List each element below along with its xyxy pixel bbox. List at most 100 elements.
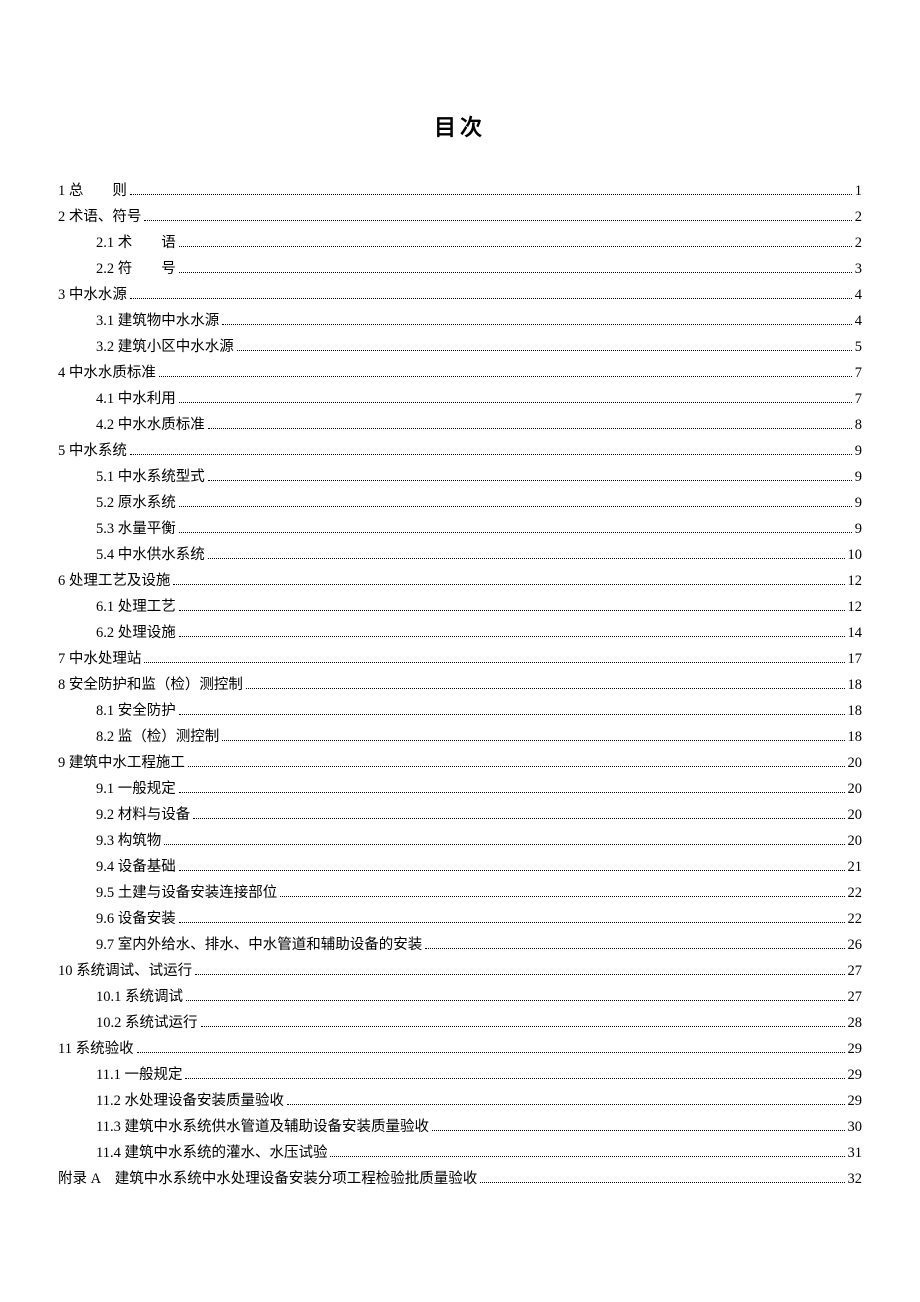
toc-entry-page: 20	[848, 776, 863, 802]
toc-entry-page: 20	[848, 750, 863, 776]
toc-entry-label: 9.6 设备安装	[96, 906, 176, 932]
toc-entry[interactable]: 5.1 中水系统型式9	[58, 464, 862, 490]
toc-entry[interactable]: 3.2 建筑小区中水水源5	[58, 334, 862, 360]
toc-entry[interactable]: 5.4 中水供水系统10	[58, 542, 862, 568]
toc-entry-label: 4.1 中水利用	[96, 386, 176, 412]
toc-entry[interactable]: 9.7 室内外给水、排水、中水管道和辅助设备的安装 26	[58, 932, 862, 958]
toc-entry-label: 11.2 水处理设备安装质量验收	[96, 1088, 284, 1114]
toc-entry-label: 5.4 中水供水系统	[96, 542, 205, 568]
toc-leader-dots	[208, 480, 852, 481]
toc-entry-page: 12	[848, 568, 863, 594]
toc-entry-label: 8.2 监（检）测控制	[96, 724, 219, 750]
toc-leader-dots	[130, 298, 852, 299]
toc-entry-label: 10 系统调试、试运行	[58, 958, 192, 984]
toc-entry-label: 9.2 材料与设备	[96, 802, 190, 828]
toc-entry-page: 2	[855, 204, 862, 230]
toc-entry-label: 7 中水处理站	[58, 646, 141, 672]
toc-leader-dots	[179, 246, 852, 247]
toc-entry[interactable]: 8.2 监（检）测控制18	[58, 724, 862, 750]
toc-entry[interactable]: 4.2 中水水质标准 8	[58, 412, 862, 438]
toc-leader-dots	[201, 1026, 845, 1027]
toc-entry[interactable]: 6 处理工艺及设施 12	[58, 568, 862, 594]
toc-entry[interactable]: 11 系统验收29	[58, 1036, 862, 1062]
toc-entry[interactable]: 10.2 系统试运行28	[58, 1010, 862, 1036]
toc-entry-page: 8	[855, 412, 862, 438]
toc-entry-label: 11.3 建筑中水系统供水管道及辅助设备安装质量验收	[96, 1114, 429, 1140]
toc-entry[interactable]: 11.2 水处理设备安装质量验收29	[58, 1088, 862, 1114]
toc-entry-page: 26	[848, 932, 863, 958]
toc-entry[interactable]: 9.2 材料与设备20	[58, 802, 862, 828]
toc-entry[interactable]: 5 中水系统9	[58, 438, 862, 464]
toc-leader-dots	[179, 636, 845, 637]
toc-entry-label: 11 系统验收	[58, 1036, 134, 1062]
toc-entry[interactable]: 3 中水水源4	[58, 282, 862, 308]
toc-entry-page: 14	[848, 620, 863, 646]
toc-entry[interactable]: 10 系统调试、试运行27	[58, 958, 862, 984]
toc-entry-page: 27	[848, 984, 863, 1010]
toc-leader-dots	[208, 558, 845, 559]
toc-entry[interactable]: 9.3 构筑物20	[58, 828, 862, 854]
toc-leader-dots	[130, 194, 852, 195]
toc-entry-page: 5	[855, 334, 862, 360]
toc-entry[interactable]: 11.3 建筑中水系统供水管道及辅助设备安装质量验收 30	[58, 1114, 862, 1140]
toc-leader-dots	[130, 454, 852, 455]
toc-entry[interactable]: 8.1 安全防护18	[58, 698, 862, 724]
toc-entry[interactable]: 附录 A 建筑中水系统中水处理设备安装分项工程检验批质量验收32	[58, 1166, 862, 1192]
toc-entry-page: 30	[848, 1114, 863, 1140]
toc-entry-label: 6 处理工艺及设施	[58, 568, 170, 594]
toc-entry[interactable]: 9.4 设备基础21	[58, 854, 862, 880]
toc-entry[interactable]: 3.1 建筑物中水水源4	[58, 308, 862, 334]
toc-entry-label: 11.4 建筑中水系统的灌水、水压试验	[96, 1140, 327, 1166]
toc-entry-label: 6.2 处理设施	[96, 620, 176, 646]
toc-entry[interactable]: 4 中水水质标准 7	[58, 360, 862, 386]
toc-entry-label: 5 中水系统	[58, 438, 127, 464]
toc-entry[interactable]: 6.1 处理工艺12	[58, 594, 862, 620]
toc-entry[interactable]: 11.1 一般规定29	[58, 1062, 862, 1088]
toc-entry-label: 9.5 土建与设备安装连接部位	[96, 880, 277, 906]
toc-entry-label: 2.1 术 语	[96, 230, 176, 256]
toc-leader-dots	[179, 532, 852, 533]
toc-leader-dots	[179, 714, 845, 715]
toc-leader-dots	[179, 402, 852, 403]
toc-entry[interactable]: 2 术语、符号2	[58, 204, 862, 230]
toc-leader-dots	[237, 350, 852, 351]
toc-leader-dots	[179, 272, 852, 273]
toc-entry-label: 2.2 符 号	[96, 256, 176, 282]
toc-entry[interactable]: 9.5 土建与设备安装连接部位22	[58, 880, 862, 906]
toc-leader-dots	[179, 792, 845, 793]
toc-entry[interactable]: 9.6 设备安装22	[58, 906, 862, 932]
toc-leader-dots	[280, 896, 844, 897]
toc-leader-dots	[287, 1104, 845, 1105]
toc-leader-dots	[179, 870, 845, 871]
toc-leader-dots	[222, 324, 852, 325]
toc-entry[interactable]: 9.1 一般规定 20	[58, 776, 862, 802]
toc-entry-page: 18	[848, 672, 863, 698]
toc-leader-dots	[179, 922, 845, 923]
toc-entry-label: 4 中水水质标准	[58, 360, 156, 386]
toc-entry[interactable]: 6.2 处理设施 14	[58, 620, 862, 646]
toc-entry-label: 6.1 处理工艺	[96, 594, 176, 620]
toc-entry-label: 9.1 一般规定	[96, 776, 176, 802]
toc-entry[interactable]: 8 安全防护和监（检）测控制 18	[58, 672, 862, 698]
toc-entry[interactable]: 5.2 原水系统9	[58, 490, 862, 516]
toc-entry-page: 7	[855, 360, 862, 386]
toc-title: 目次	[58, 110, 862, 142]
toc-entry-label: 9.7 室内外给水、排水、中水管道和辅助设备的安装	[96, 932, 422, 958]
toc-entry-page: 20	[848, 828, 863, 854]
toc-entry-label: 8 安全防护和监（检）测控制	[58, 672, 243, 698]
toc-entry[interactable]: 11.4 建筑中水系统的灌水、水压试验31	[58, 1140, 862, 1166]
toc-entry-page: 21	[848, 854, 863, 880]
toc-entry[interactable]: 9 建筑中水工程施工20	[58, 750, 862, 776]
toc-entry[interactable]: 10.1 系统调试27	[58, 984, 862, 1010]
toc-entry[interactable]: 7 中水处理站17	[58, 646, 862, 672]
toc-entry-page: 28	[848, 1010, 863, 1036]
toc-entry[interactable]: 2.1 术 语2	[58, 230, 862, 256]
toc-entry[interactable]: 5.3 水量平衡9	[58, 516, 862, 542]
toc-leader-dots	[164, 844, 844, 845]
toc-entry[interactable]: 2.2 符 号3	[58, 256, 862, 282]
toc-entry[interactable]: 4.1 中水利用7	[58, 386, 862, 412]
toc-entry-label: 5.2 原水系统	[96, 490, 176, 516]
toc-leader-dots	[195, 974, 844, 975]
toc-entry-label: 4.2 中水水质标准	[96, 412, 205, 438]
toc-entry[interactable]: 1 总 则1	[58, 178, 862, 204]
